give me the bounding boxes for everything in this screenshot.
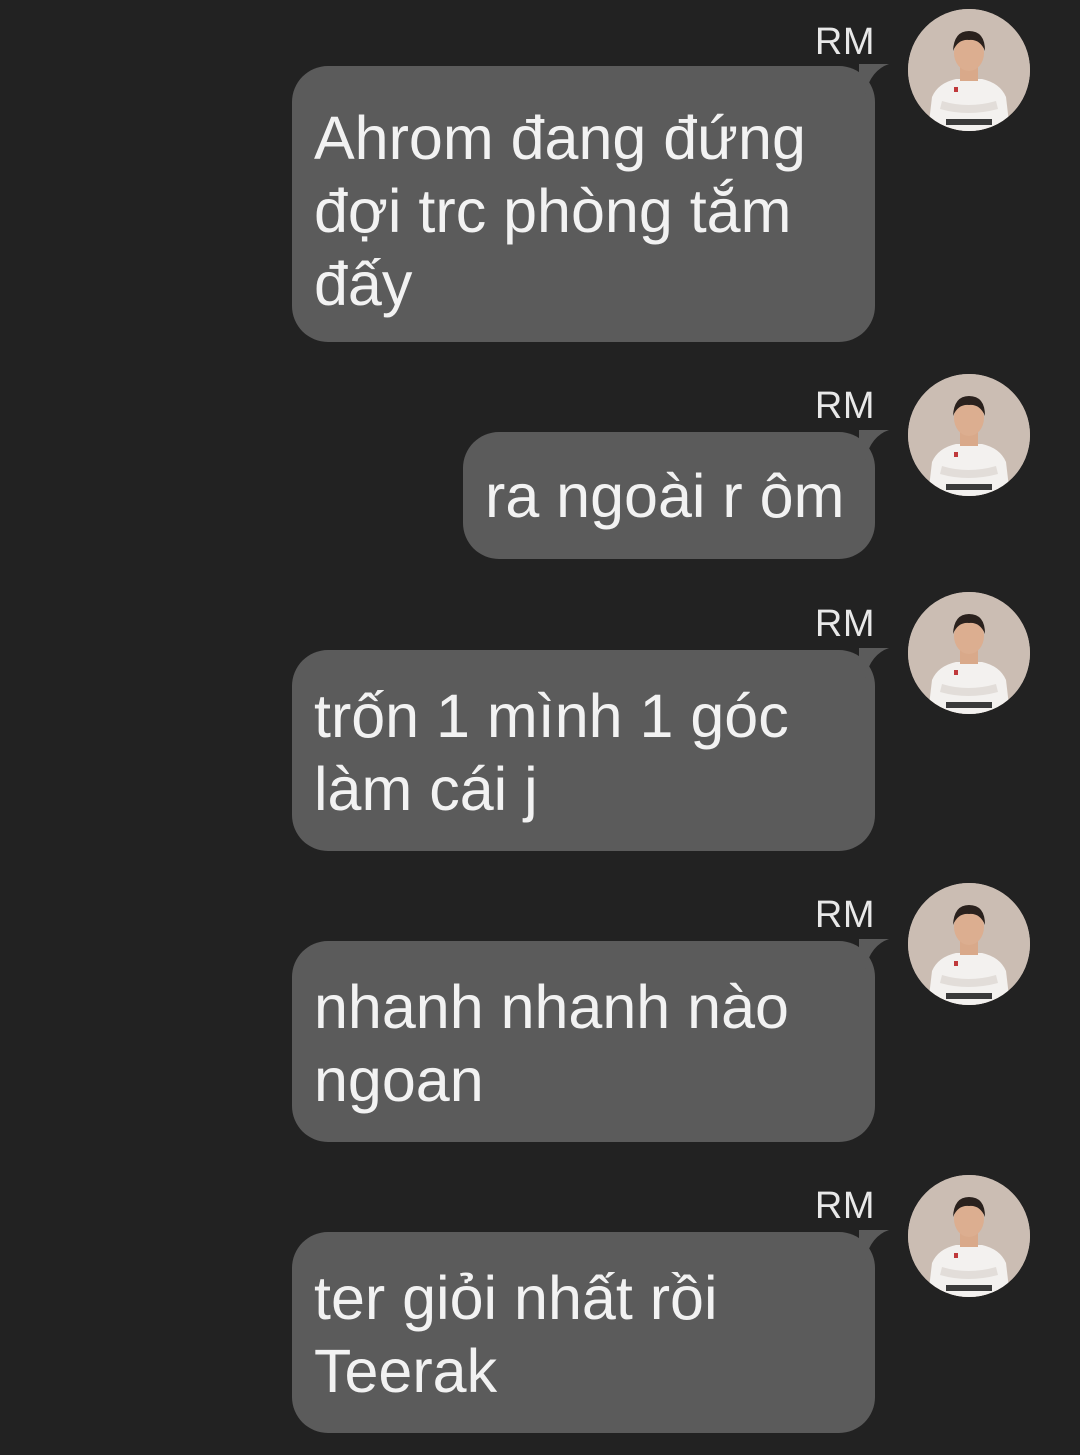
bubble-tail [859, 939, 889, 969]
sender-name: RM [814, 385, 875, 427]
message-bubble[interactable]: ra ngoài r ôm [463, 430, 889, 559]
bubble-tail [859, 1230, 889, 1260]
person-photo-avatar-icon [908, 374, 1030, 496]
message-bubble[interactable]: ter giỏi nhất rồi Teerak [292, 1230, 889, 1433]
message-text: nhanh nhanh nào ngoan [314, 973, 789, 1114]
avatar[interactable] [908, 883, 1030, 1005]
message-text: Ahrom đang đứng đợi trc phòng tắm đấy [314, 104, 806, 318]
message-text: ra ngoài r ôm [485, 462, 845, 530]
message-bubble[interactable]: Ahrom đang đứng đợi trc phòng tắm đấy [292, 64, 889, 342]
sender-name: RM [814, 1185, 875, 1227]
avatar[interactable] [908, 592, 1030, 714]
person-photo-avatar-icon [908, 883, 1030, 1005]
bubble-tail [859, 430, 889, 460]
person-photo-avatar-icon [908, 9, 1030, 131]
avatar[interactable] [908, 9, 1030, 131]
bubble-tail [859, 648, 889, 678]
message-bubble[interactable]: trốn 1 mình 1 góc làm cái j [292, 648, 889, 851]
message-text: trốn 1 mình 1 góc làm cái j [314, 682, 789, 823]
message-text: ter giỏi nhất rồi Teerak [314, 1264, 718, 1405]
sender-name: RM [814, 603, 875, 645]
avatar[interactable] [908, 374, 1030, 496]
bubble-tail [859, 64, 889, 94]
person-photo-avatar-icon [908, 592, 1030, 714]
chat-thread: RM Ahrom đang đứng đợi trc phòng tắm đấy… [0, 0, 1080, 1455]
person-photo-avatar-icon [908, 1175, 1030, 1297]
avatar[interactable] [908, 1175, 1030, 1297]
sender-name: RM [814, 21, 875, 63]
message-bubble[interactable]: nhanh nhanh nào ngoan [292, 939, 889, 1142]
sender-name: RM [814, 894, 875, 936]
